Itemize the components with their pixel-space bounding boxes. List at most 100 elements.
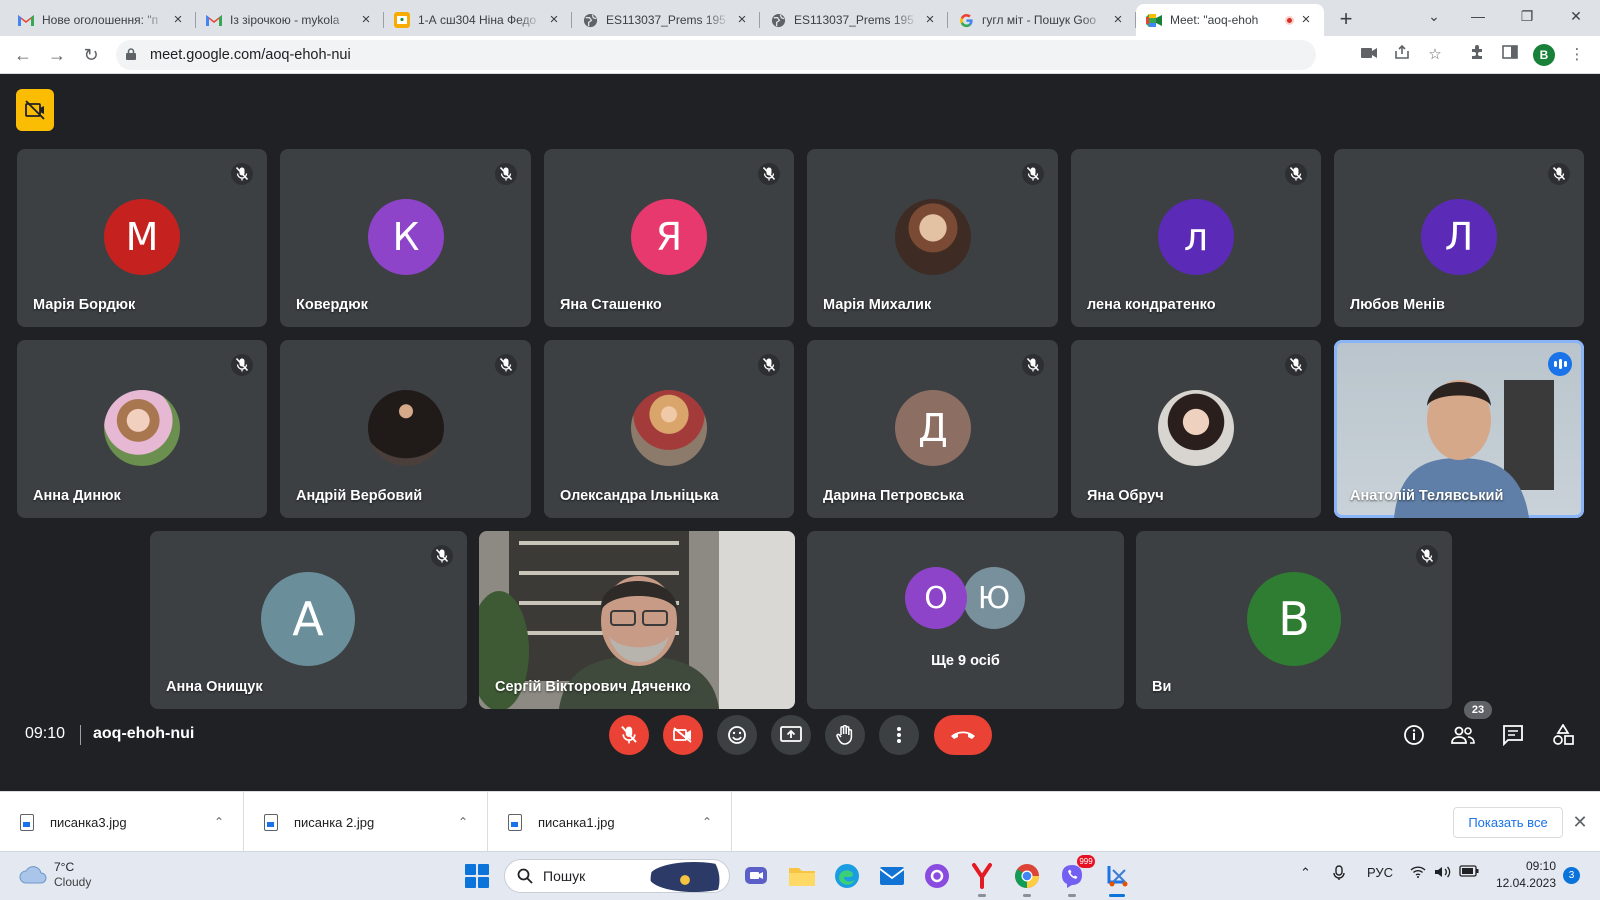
participant-tile[interactable]: Андрій Вербовий xyxy=(280,340,531,518)
profile-avatar[interactable]: B xyxy=(1533,44,1555,66)
hangup-icon xyxy=(951,731,975,739)
chevron-up-icon[interactable]: ⌃ xyxy=(453,815,473,829)
share-icon[interactable] xyxy=(1391,44,1413,66)
download-filename: писанка 2.jpg xyxy=(294,814,375,830)
minimize-button[interactable]: — xyxy=(1456,0,1500,32)
present-screen-button[interactable] xyxy=(771,715,811,755)
windows-start-icon[interactable] xyxy=(465,864,489,888)
chat-icon xyxy=(1503,725,1523,746)
edge-icon[interactable] xyxy=(832,861,862,891)
reload-button[interactable]: ↻ xyxy=(74,38,108,72)
chevron-up-icon[interactable]: ⌃ xyxy=(697,815,717,829)
participant-name: лена кондратенко xyxy=(1087,297,1216,313)
host-controls-icon[interactable] xyxy=(16,89,54,131)
chrome-icon[interactable] xyxy=(1012,861,1042,897)
address-bar[interactable]: meet.google.com/aoq-ehoh-nui xyxy=(116,40,1316,70)
reactions-button[interactable] xyxy=(717,715,757,755)
participant-tile[interactable]: М Марія Бордюк xyxy=(17,149,267,327)
close-icon[interactable]: × xyxy=(170,12,186,28)
browser-tab[interactable]: Із зірочкою - mykola × xyxy=(196,4,384,36)
microphone-icon[interactable] xyxy=(1333,865,1345,884)
taskbar-search[interactable]: Пошук xyxy=(504,859,730,893)
close-icon[interactable]: × xyxy=(1298,12,1314,28)
close-icon[interactable]: × xyxy=(1110,12,1126,28)
show-all-downloads-button[interactable]: Показать все xyxy=(1453,807,1563,838)
people-count-badge: 23 xyxy=(1464,701,1492,719)
participant-tile[interactable]: Анна Динюк xyxy=(17,340,267,518)
show-hidden-icons-icon[interactable]: ⌃ xyxy=(1300,865,1311,881)
window-close-button[interactable]: ✕ xyxy=(1554,0,1598,32)
browser-tab[interactable]: Нове оголошення: "п × xyxy=(8,4,196,36)
tab-title: Meet: "aoq-ehoh xyxy=(1170,13,1259,27)
notification-badge: 999 xyxy=(1077,855,1095,868)
mic-off-icon xyxy=(1548,163,1570,185)
system-clock[interactable]: 09:10 12.04.2023 xyxy=(1476,858,1556,892)
participant-tile[interactable]: Д Дарина Петровська xyxy=(807,340,1058,518)
tab-title: ES113037_Prems 195 xyxy=(794,13,914,27)
browser-tab[interactable]: гугл міт - Пошук Goo × xyxy=(948,4,1136,36)
forward-button[interactable]: → xyxy=(40,38,74,72)
meet-now-icon[interactable] xyxy=(741,861,771,891)
alice-assistant-icon[interactable] xyxy=(922,861,952,891)
more-options-button[interactable] xyxy=(879,715,919,755)
browser-tab[interactable]: ES113037_Prems 195 × xyxy=(760,4,948,36)
people-button[interactable] xyxy=(1449,721,1477,749)
close-icon[interactable]: × xyxy=(546,12,562,28)
browser-tab[interactable]: 1-А сш304 Ніна Федо × xyxy=(384,4,572,36)
participant-video-tile[interactable]: Анатолій Телявський xyxy=(1334,340,1584,518)
close-icon[interactable]: × xyxy=(922,12,938,28)
participant-video-tile[interactable]: Сергій Вікторович Дяченко xyxy=(479,531,795,709)
leave-call-button[interactable] xyxy=(934,715,992,755)
download-item[interactable]: писанка3.jpg ⌃ xyxy=(0,792,244,852)
menu-icon[interactable]: ⋮ xyxy=(1566,44,1588,66)
avatar: Л xyxy=(1421,199,1497,275)
camera-in-use-icon[interactable] xyxy=(1358,44,1380,66)
extensions-icon[interactable] xyxy=(1466,44,1488,66)
browser-tab-active[interactable]: Meet: "aoq-ehoh × xyxy=(1136,4,1324,36)
yandex-browser-icon[interactable] xyxy=(967,861,997,897)
meeting-time: 09:10 xyxy=(25,725,66,742)
meet-stage: М Марія Бордюк К Ковердюк Я Яна Сташенко… xyxy=(0,75,1600,791)
input-language[interactable]: РУС xyxy=(1367,865,1393,880)
participant-tile[interactable]: К Ковердюк xyxy=(280,149,531,327)
camera-toggle-button[interactable] xyxy=(663,715,703,755)
participant-tile[interactable]: Я Яна Сташенко xyxy=(544,149,794,327)
mail-icon[interactable] xyxy=(877,861,907,891)
restore-button[interactable]: ❐ xyxy=(1505,0,1549,32)
raise-hand-button[interactable] xyxy=(825,715,865,755)
close-icon[interactable]: × xyxy=(734,12,750,28)
participant-name: Сергій Вікторович Дяченко xyxy=(495,679,691,695)
others-tile[interactable]: О Ю Ще 9 осіб xyxy=(807,531,1124,709)
participant-tile[interactable]: А Анна Онищук xyxy=(150,531,467,709)
download-item[interactable]: писанка 2.jpg ⌃ xyxy=(244,792,488,852)
participant-tile[interactable]: Марія Михалик xyxy=(807,149,1058,327)
chevron-up-icon[interactable]: ⌃ xyxy=(209,815,229,829)
chat-button[interactable] xyxy=(1499,721,1527,749)
notification-center-badge[interactable]: 3 xyxy=(1563,867,1580,884)
bookmark-star-icon[interactable]: ☆ xyxy=(1424,44,1446,66)
participant-tile[interactable]: л лена кондратенко xyxy=(1071,149,1321,327)
self-tile[interactable]: B Ви xyxy=(1136,531,1452,709)
back-button[interactable]: ← xyxy=(6,38,40,72)
close-icon[interactable]: ✕ xyxy=(1568,810,1592,834)
activities-button[interactable] xyxy=(1549,721,1577,749)
tab-title: Нове оголошення: "п xyxy=(42,13,159,27)
meeting-details-button[interactable] xyxy=(1400,721,1428,749)
volume-icon[interactable] xyxy=(1434,865,1452,882)
participant-name: Анна Динюк xyxy=(33,488,121,504)
close-icon[interactable]: × xyxy=(358,12,374,28)
participant-tile[interactable]: Олександра Ільніцька xyxy=(544,340,794,518)
snipping-tool-icon[interactable] xyxy=(1102,861,1132,897)
wifi-icon[interactable] xyxy=(1410,865,1426,881)
participant-tile[interactable]: Л Любов Менів xyxy=(1334,149,1584,327)
browser-tab[interactable]: ES113037_Prems 195 × xyxy=(572,4,760,36)
tab-search-icon[interactable]: ⌄ xyxy=(1412,0,1456,32)
mic-off-icon xyxy=(495,163,517,185)
side-panel-icon[interactable] xyxy=(1499,44,1521,66)
participant-tile[interactable]: Яна Обруч xyxy=(1071,340,1321,518)
file-explorer-icon[interactable] xyxy=(787,861,817,891)
mic-toggle-button[interactable] xyxy=(609,715,649,755)
weather-widget[interactable]: 7°C Cloudy xyxy=(18,860,91,890)
download-item[interactable]: писанка1.jpg ⌃ xyxy=(488,792,732,852)
new-tab-button[interactable]: + xyxy=(1332,6,1360,34)
